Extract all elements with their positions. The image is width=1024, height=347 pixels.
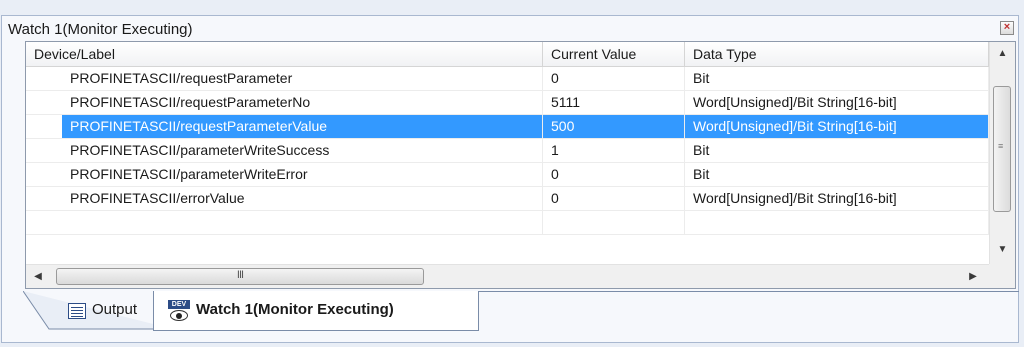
tab-watch-label: Watch 1(Monitor Executing) [196,301,394,318]
table-row-selected[interactable]: PROFINETASCII/requestParameterValue 500 … [26,115,989,139]
cell-current-value[interactable]: 0 [543,163,685,186]
cell-device[interactable]: PROFINETASCII/parameterWriteError [62,163,543,186]
tab-strip-line [479,291,1019,292]
close-icon: × [1003,21,1011,33]
cell-current-value[interactable]: 5111 [543,91,685,114]
horizontal-scrollbar[interactable]: ◀ III ▶ [26,264,989,288]
watch-grid: Device/Label Current Value Data Type PRO… [25,41,1016,289]
tab-output[interactable]: Output [23,291,173,331]
cell-current-value[interactable]: 500 [543,115,685,138]
title-bar: Watch 1(Monitor Executing) × [6,17,1014,41]
table-row[interactable]: PROFINETASCII/parameterWriteSuccess 1 Bi… [26,139,989,163]
device-watch-icon: DEV [168,300,190,322]
cell-device[interactable]: PROFINETASCII/requestParameterValue [62,115,543,138]
tab-watch-1[interactable]: DEV Watch 1(Monitor Executing) [153,291,479,331]
cell-current-value[interactable]: 0 [543,187,685,210]
vertical-scroll-thumb[interactable]: ≡ [993,86,1011,212]
table-row[interactable]: PROFINETASCII/requestParameter 0 Bit [26,67,989,91]
table-row[interactable]: PROFINETASCII/errorValue 0 Word[Unsigned… [26,187,989,211]
cell-data-type[interactable] [685,211,989,234]
scroll-up-icon[interactable]: ▲ [990,44,1015,64]
cell-device[interactable]: PROFINETASCII/parameterWriteSuccess [62,139,543,162]
horizontal-scroll-thumb[interactable]: III [56,268,424,285]
cell-device[interactable]: PROFINETASCII/errorValue [62,187,543,210]
scrollbar-corner [989,264,1015,288]
cell-data-type[interactable]: Word[Unsigned]/Bit String[16-bit] [685,115,989,138]
cell-current-value[interactable] [543,211,685,234]
eye-icon [170,310,188,321]
table-row[interactable]: PROFINETASCII/requestParameterNo 5111 Wo… [26,91,989,115]
cell-device[interactable] [62,211,543,234]
column-header-current-value[interactable]: Current Value [543,42,685,66]
column-header-device[interactable]: Device/Label [26,42,543,66]
cell-current-value[interactable]: 1 [543,139,685,162]
dev-badge: DEV [168,300,190,309]
watch-panel: Watch 1(Monitor Executing) × Device/Labe… [0,0,1024,347]
grid-header: Device/Label Current Value Data Type [26,42,989,67]
scroll-down-icon[interactable]: ▼ [990,240,1015,260]
tab-output-label: Output [92,301,138,318]
output-window-icon [68,303,86,319]
cell-data-type[interactable]: Word[Unsigned]/Bit String[16-bit] [685,187,989,210]
tab-strip: Output DEV Watch 1(Monitor Executing) [1,291,1019,343]
close-button[interactable]: × [1000,21,1014,35]
table-row[interactable]: PROFINETASCII/parameterWriteError 0 Bit [26,163,989,187]
cell-device[interactable]: PROFINETASCII/requestParameterNo [62,91,543,114]
scroll-right-icon[interactable]: ▶ [963,265,983,288]
grip-icon: ≡ [998,141,1004,151]
cell-device[interactable]: PROFINETASCII/requestParameter [62,67,543,90]
scroll-left-icon[interactable]: ◀ [28,265,48,288]
table-row-empty[interactable] [26,211,989,235]
cell-current-value[interactable]: 0 [543,67,685,90]
column-header-data-type[interactable]: Data Type [685,42,989,66]
window-title: Watch 1(Monitor Executing) [8,21,193,38]
cell-data-type[interactable]: Bit [685,139,989,162]
cell-data-type[interactable]: Word[Unsigned]/Bit String[16-bit] [685,91,989,114]
cell-data-type[interactable]: Bit [685,67,989,90]
vertical-scrollbar[interactable]: ▲ ≡ ▼ [989,42,1015,264]
cell-data-type[interactable]: Bit [685,163,989,186]
grip-icon: III [236,269,244,281]
